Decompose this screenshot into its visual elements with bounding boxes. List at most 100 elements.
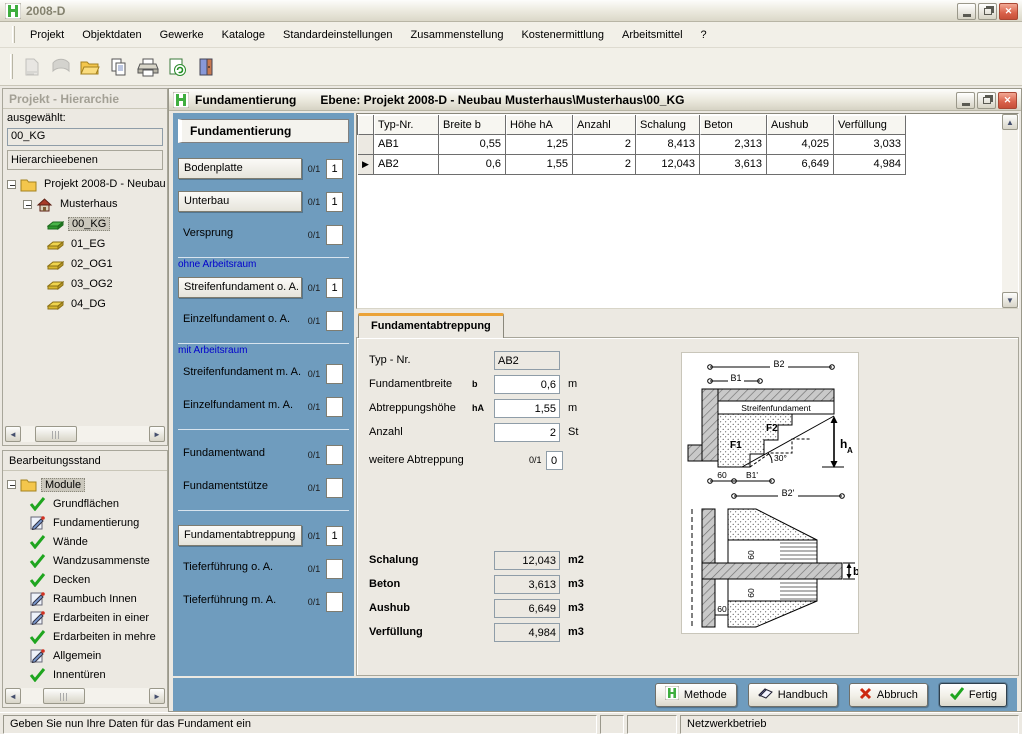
module-item-label[interactable]: Raumbuch Innen [50, 593, 140, 605]
collapse-icon[interactable] [23, 200, 32, 209]
fundamentwand-label[interactable]: Fundamentwand [178, 444, 302, 465]
count-box[interactable]: 1 [326, 526, 343, 546]
module-item-label[interactable]: Wandzusammenste [50, 555, 153, 567]
bodenplatte-button[interactable]: Bodenplatte [178, 158, 302, 179]
module-item[interactable]: Innentüren [7, 665, 167, 683]
scroll-right-icon[interactable]: ► [149, 426, 165, 442]
einzelfundament-ma-label[interactable]: Einzelfundament m. A. [178, 396, 302, 417]
count-box[interactable] [326, 445, 343, 465]
fundamentbreite-input[interactable]: 0,6 [494, 375, 560, 394]
tree-node-floor[interactable]: 02_OG1 [7, 254, 167, 274]
tree-node-label[interactable]: 03_OG2 [68, 278, 116, 290]
count-box[interactable]: 1 [326, 192, 343, 212]
module-item[interactable]: Fundamentierung [7, 513, 167, 532]
module-item[interactable]: Erdarbeiten in mehre [7, 627, 167, 646]
menu-objektdaten[interactable]: Objektdaten [73, 25, 150, 45]
menu-standardeinstellungen[interactable]: Standardeinstellungen [274, 25, 401, 45]
module-item-label[interactable]: Decken [50, 574, 93, 586]
open-project-icon[interactable] [48, 54, 74, 80]
module-item[interactable]: Wandzusammenste [7, 551, 167, 570]
tree-node-label[interactable]: 02_OG1 [68, 258, 116, 270]
tree-node-label[interactable]: Musterhaus [57, 198, 120, 210]
count-box[interactable] [326, 397, 343, 417]
restore-button[interactable] [977, 92, 996, 109]
module-hscrollbar[interactable]: ◄ ► [5, 688, 165, 704]
close-button[interactable]: ✕ [999, 3, 1018, 20]
module-item-label[interactable]: Allgemein [50, 650, 104, 662]
module-item-label[interactable]: Grundflächen [50, 498, 122, 510]
restore-button[interactable] [978, 3, 997, 20]
cell[interactable]: 1,55 [506, 155, 573, 175]
collapse-icon[interactable] [7, 180, 16, 189]
col-schalung[interactable]: Schalung [636, 115, 700, 135]
count-box[interactable] [326, 364, 343, 384]
anzahl-input[interactable]: 2 [494, 423, 560, 442]
module-item[interactable]: Allgemein [7, 646, 167, 665]
tree-node-floor[interactable]: 04_DG [7, 294, 167, 314]
cell[interactable]: 0,55 [439, 135, 506, 155]
tree-node-project[interactable]: Projekt 2008-D - Neubau [7, 174, 167, 194]
export-refresh-icon[interactable] [164, 54, 190, 80]
menu-gewerke[interactable]: Gewerke [151, 25, 213, 45]
weitere-abtreppung-input[interactable]: 0 [546, 451, 563, 470]
cell[interactable]: 6,649 [767, 155, 834, 175]
module-item[interactable]: Grundflächen [7, 494, 167, 513]
tree-node-label[interactable]: Module [41, 478, 85, 492]
einzelfundament-oa-label[interactable]: Einzelfundament o. A. [178, 310, 302, 331]
col-breite-b[interactable]: Breite b [439, 115, 506, 135]
tree-node-floor[interactable]: 03_OG2 [7, 274, 167, 294]
menu-zusammenstellung[interactable]: Zusammenstellung [402, 25, 513, 45]
col-aushub[interactable]: Aushub [767, 115, 834, 135]
cell[interactable]: 3,033 [834, 135, 906, 155]
count-box[interactable] [326, 225, 343, 245]
tree-node-floor[interactable]: 01_EG [7, 234, 167, 254]
col-verfuellung[interactable]: Verfüllung [834, 115, 906, 135]
col-beton[interactable]: Beton [700, 115, 767, 135]
scroll-track[interactable] [21, 688, 149, 704]
count-box[interactable] [326, 478, 343, 498]
module-item-label[interactable]: Erdarbeiten in mehre [50, 631, 159, 643]
tieferfuehrung-oa-label[interactable]: Tieferführung o. A. [178, 558, 302, 579]
table-row-ab2-selected[interactable]: ▶ AB2 0,6 1,55 2 12,043 3,613 6,649 4,98… [358, 155, 1001, 175]
scroll-left-icon[interactable]: ◄ [5, 426, 21, 442]
scroll-up-icon[interactable]: ▲ [1002, 114, 1018, 130]
abtreppungshoehe-input[interactable]: 1,55 [494, 399, 560, 418]
cell[interactable]: 2 [573, 135, 636, 155]
handbuch-button[interactable]: Handbuch [748, 683, 838, 707]
unterbau-button[interactable]: Unterbau [178, 191, 302, 212]
cell[interactable]: 0,6 [439, 155, 506, 175]
tree-node-module-root[interactable]: Module [7, 475, 167, 494]
tree-node-label[interactable]: 04_DG [68, 298, 109, 310]
scroll-down-icon[interactable]: ▼ [1002, 292, 1018, 308]
tree-node-floor[interactable]: 00_KG [7, 214, 167, 234]
module-item-label[interactable]: Wände [50, 536, 91, 548]
print-icon[interactable] [135, 54, 161, 80]
cell[interactable]: 3,613 [700, 155, 767, 175]
col-anzahl[interactable]: Anzahl [573, 115, 636, 135]
col-typ-nr[interactable]: Typ-Nr. [374, 115, 439, 135]
table-row-ab1[interactable]: AB1 0,55 1,25 2 8,413 2,313 4,025 3,033 [358, 135, 1001, 155]
module-item[interactable]: Decken [7, 570, 167, 589]
table-vscrollbar[interactable]: ▲ ▼ [1002, 114, 1018, 308]
tree-node-label-selected[interactable]: 00_KG [68, 217, 110, 231]
count-box[interactable] [326, 592, 343, 612]
cell[interactable]: 2 [573, 155, 636, 175]
col-hoehe-ha[interactable]: Höhe hA [506, 115, 573, 135]
streifenfundament-ma-label[interactable]: Streifenfundament m. A. [178, 363, 302, 384]
tree-node-label[interactable]: Projekt 2008-D - Neubau [41, 178, 167, 190]
menu-help[interactable]: ? [692, 25, 716, 45]
count-box[interactable]: 1 [326, 278, 343, 298]
tree-node-label[interactable]: 01_EG [68, 238, 108, 250]
module-item-label[interactable]: Erdarbeiten in einer [50, 612, 152, 624]
cell[interactable]: 8,413 [636, 135, 700, 155]
module-item[interactable]: Erdarbeiten in einer [7, 608, 167, 627]
module-item-label[interactable]: Innentüren [50, 669, 109, 681]
collapse-icon[interactable] [7, 480, 16, 489]
count-box[interactable]: 1 [326, 159, 343, 179]
module-item-label[interactable]: Fundamentierung [50, 517, 142, 529]
cell[interactable]: 4,984 [834, 155, 906, 175]
cell[interactable]: AB2 [374, 155, 439, 175]
cell[interactable]: AB1 [374, 135, 439, 155]
new-document-icon[interactable] [19, 54, 45, 80]
cell[interactable]: 1,25 [506, 135, 573, 155]
